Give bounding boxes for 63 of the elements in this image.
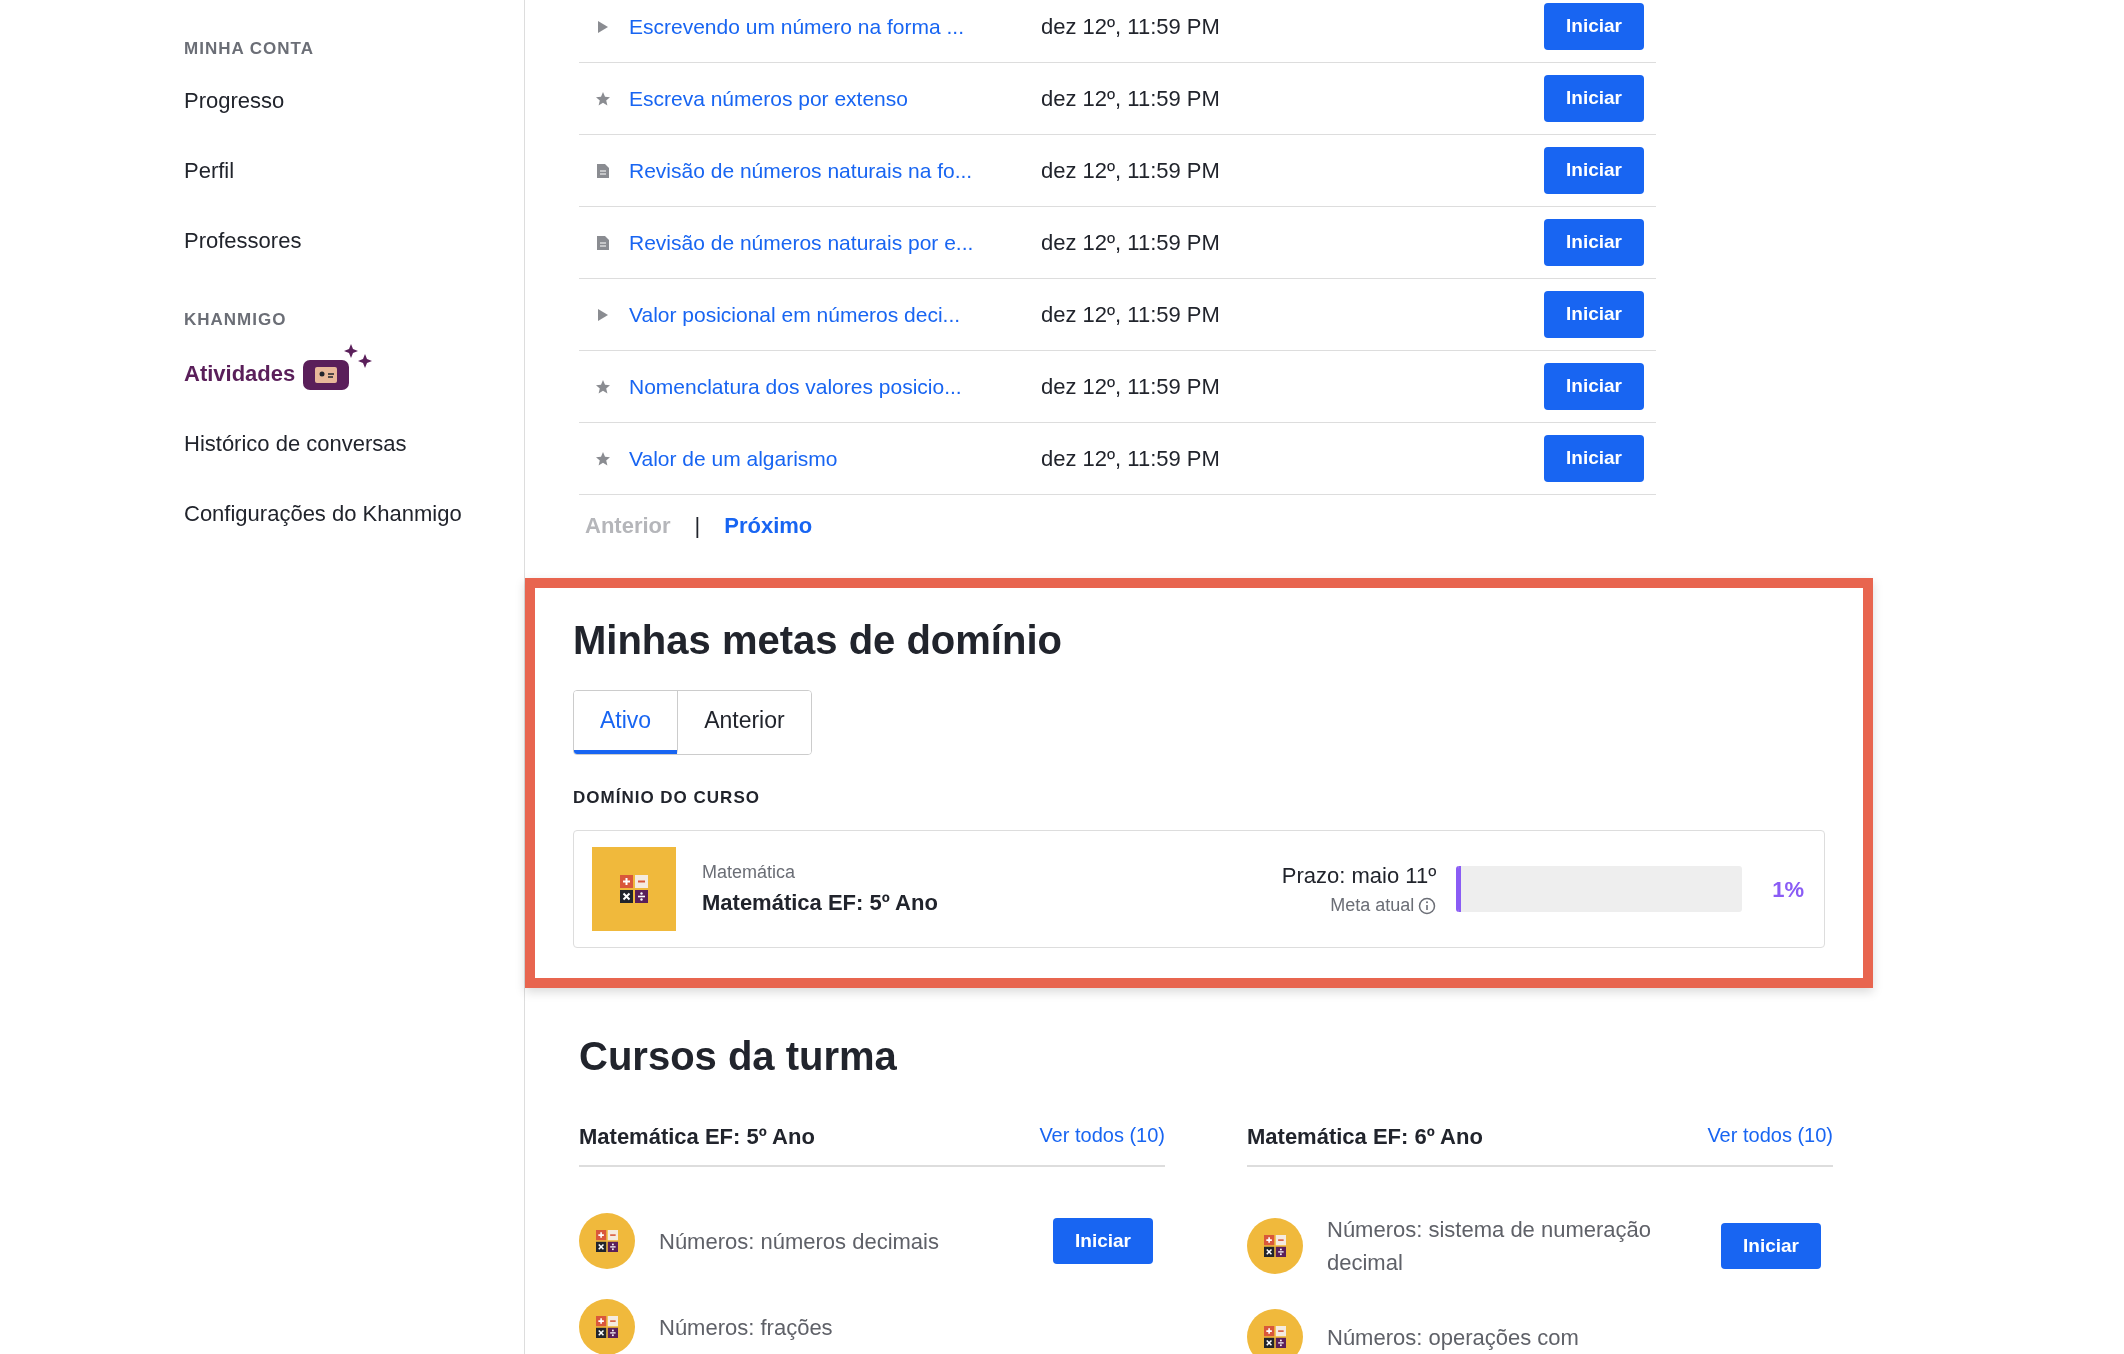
star-icon <box>596 91 610 106</box>
assignment-link[interactable]: Escreva números por extenso <box>629 82 1041 115</box>
unit-title[interactable]: Números: operações com <box>1327 1320 1833 1354</box>
document-icon <box>597 235 609 250</box>
start-button[interactable]: Iniciar <box>1544 291 1644 338</box>
unit-icon <box>1247 1309 1303 1354</box>
course-subject: Matemática <box>702 861 797 884</box>
tab[interactable]: Ativo <box>574 691 678 754</box>
sidebar-item[interactable]: Perfil <box>184 153 524 187</box>
due-date: dez 12º, 11:59 PM <box>1041 374 1220 399</box>
unit-icon <box>1247 1218 1303 1274</box>
assignment-link[interactable]: Valor posicional em números deci... <box>629 298 1041 331</box>
sidebar-item[interactable]: Professores <box>184 223 524 257</box>
sidebar-item[interactable]: Atividades <box>184 344 524 390</box>
sidebar-heading: MINHA CONTA <box>184 38 315 60</box>
tab[interactable]: Anterior <box>677 691 811 754</box>
start-button[interactable]: Iniciar <box>1544 363 1644 410</box>
due-date: dez 12º, 11:59 PM <box>1041 302 1220 327</box>
play-icon <box>596 307 610 322</box>
unit-title[interactable]: Números: sistema de numeração decimal <box>1327 1213 1697 1279</box>
sidebar-heading: KHANMIGO <box>184 308 288 331</box>
due-date: dez 12º, 11:59 PM <box>1041 86 1220 111</box>
deadline: Prazo: maio 11º <box>1281 862 1437 890</box>
start-button[interactable]: Iniciar <box>1544 3 1644 50</box>
due-date: dez 12º, 11:59 PM <box>1041 446 1220 471</box>
play-icon <box>596 19 610 34</box>
course-title: Matemática EF: 6º Ano <box>1247 1123 1483 1151</box>
start-button[interactable]: Iniciar <box>1544 219 1644 266</box>
assignment-link[interactable]: Revisão de números naturais por e... <box>629 226 1041 259</box>
pagination-link[interactable]: Próximo <box>724 509 813 542</box>
assignment-link[interactable]: Nomenclatura dos valores posicio... <box>629 370 1041 403</box>
start-button[interactable]: Iniciar <box>1053 1217 1153 1265</box>
unit-icon <box>579 1213 635 1269</box>
sidebar-item[interactable]: Configurações do Khanmigo <box>184 497 524 530</box>
due-date: dez 12º, 11:59 PM <box>1041 230 1220 255</box>
document-icon <box>597 163 609 178</box>
start-button[interactable]: Iniciar <box>1721 1222 1821 1270</box>
pagination-separator: | <box>694 512 701 540</box>
assignment-link[interactable]: Escrevendo um número na forma ... <box>629 10 1041 43</box>
section-title: Cursos da turma <box>579 1033 898 1080</box>
sidebar-item[interactable]: Progresso <box>184 83 524 117</box>
goal-label: Meta atual <box>1330 894 1415 917</box>
unit-icon <box>579 1299 635 1354</box>
unit-title[interactable]: Números: números decimais <box>659 1224 1029 1258</box>
section-title: Minhas metas de domínio <box>573 617 1063 664</box>
start-button[interactable]: Iniciar <box>1544 435 1644 482</box>
view-all-link[interactable]: Ver todos (10) <box>1707 1120 1833 1153</box>
unit-title[interactable]: Números: frações <box>659 1310 1165 1344</box>
due-date: dez 12º, 11:59 PM <box>1041 158 1220 183</box>
view-all-link[interactable]: Ver todos (10) <box>1039 1120 1165 1153</box>
start-button[interactable]: Iniciar <box>1544 147 1644 194</box>
due-date: dez 12º, 11:59 PM <box>1041 14 1220 39</box>
assignment-link[interactable]: Revisão de números naturais na fo... <box>629 154 1041 187</box>
section-label: DOMÍNIO DO CURSO <box>573 786 761 809</box>
star-icon <box>596 379 610 394</box>
info-icon[interactable] <box>1418 896 1437 915</box>
course-name: Matemática EF: 5º Ano <box>702 889 938 917</box>
start-button[interactable]: Iniciar <box>1544 75 1644 122</box>
sidebar-item[interactable]: Histórico de conversas <box>184 427 524 460</box>
course-title: Matemática EF: 5º Ano <box>579 1123 815 1151</box>
progress-percent: 1% <box>1772 875 1804 904</box>
assignment-link[interactable]: Valor de um algarismo <box>629 442 1041 475</box>
star-icon <box>596 451 610 466</box>
